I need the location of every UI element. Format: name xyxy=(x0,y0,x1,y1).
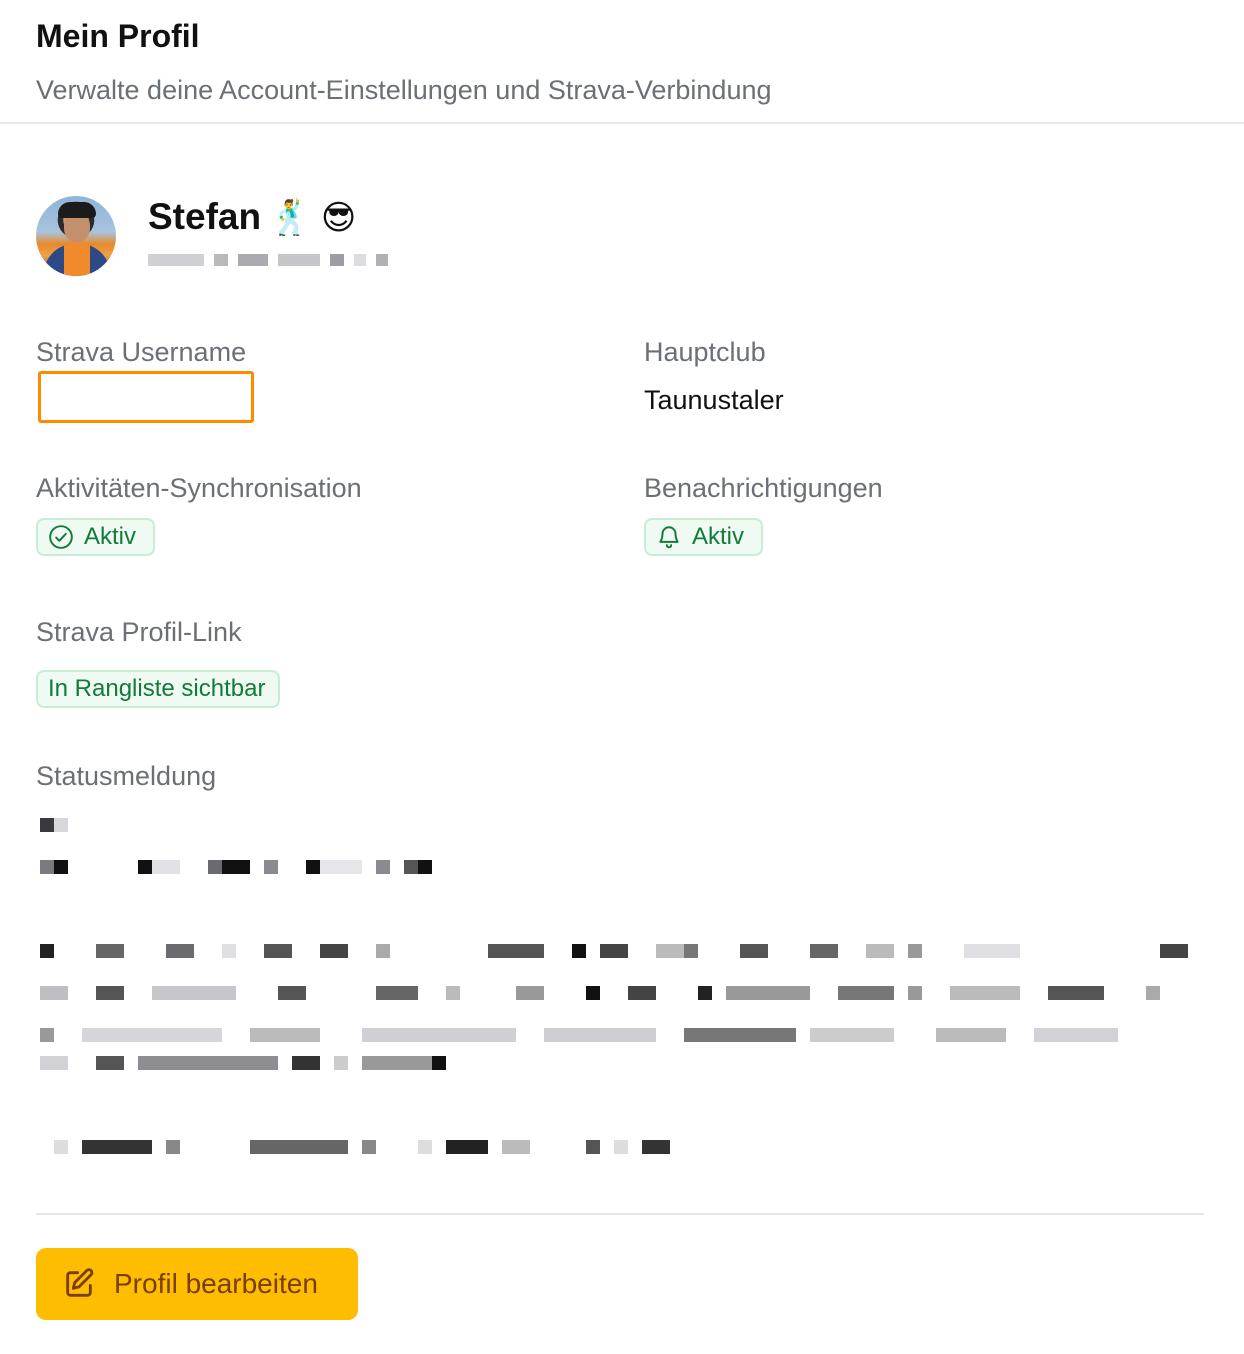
pencil-square-icon xyxy=(66,1268,94,1297)
redacted-email xyxy=(148,254,388,266)
status-message-label: Statusmeldung xyxy=(36,761,217,791)
page-subtitle: Verwalte deine Account-Einstellungen und… xyxy=(36,75,772,105)
strava-username-value xyxy=(38,371,254,423)
avatar xyxy=(36,196,116,276)
user-name-text: Stefan xyxy=(148,196,262,237)
sync-label: Aktivitäten-Synchronisation xyxy=(36,473,362,503)
strava-username-label: Strava Username xyxy=(36,337,247,367)
page-header: Mein Profil Verwalte deine Account-Einst… xyxy=(0,0,1244,124)
sync-status-badge: Aktiv xyxy=(36,518,155,556)
hauptclub-value: Taunustaler xyxy=(644,385,784,415)
hauptclub-label: Hauptclub xyxy=(644,337,766,367)
notifications-label: Benachrichtigungen xyxy=(644,473,883,503)
notifications-status-text: Aktiv xyxy=(692,523,745,550)
page-title: Mein Profil xyxy=(36,18,200,54)
name-emojis: 🕺 😎 xyxy=(269,199,357,237)
profile-summary: Stefan 🕺 😎 xyxy=(36,196,388,276)
edit-profile-button[interactable]: Profil bearbeiten xyxy=(36,1248,358,1320)
sync-status-text: Aktiv xyxy=(84,523,137,550)
user-name: Stefan 🕺 😎 xyxy=(148,195,388,240)
section-divider xyxy=(36,1213,1204,1215)
profile-link-label: Strava Profil-Link xyxy=(36,617,242,647)
edit-profile-label: Profil bearbeiten xyxy=(114,1268,318,1299)
notifications-status-badge: Aktiv xyxy=(644,518,763,556)
check-circle-icon xyxy=(49,525,73,549)
leaderboard-visible-badge: In Rangliste sichtbar xyxy=(36,670,280,708)
bell-icon xyxy=(659,526,679,549)
